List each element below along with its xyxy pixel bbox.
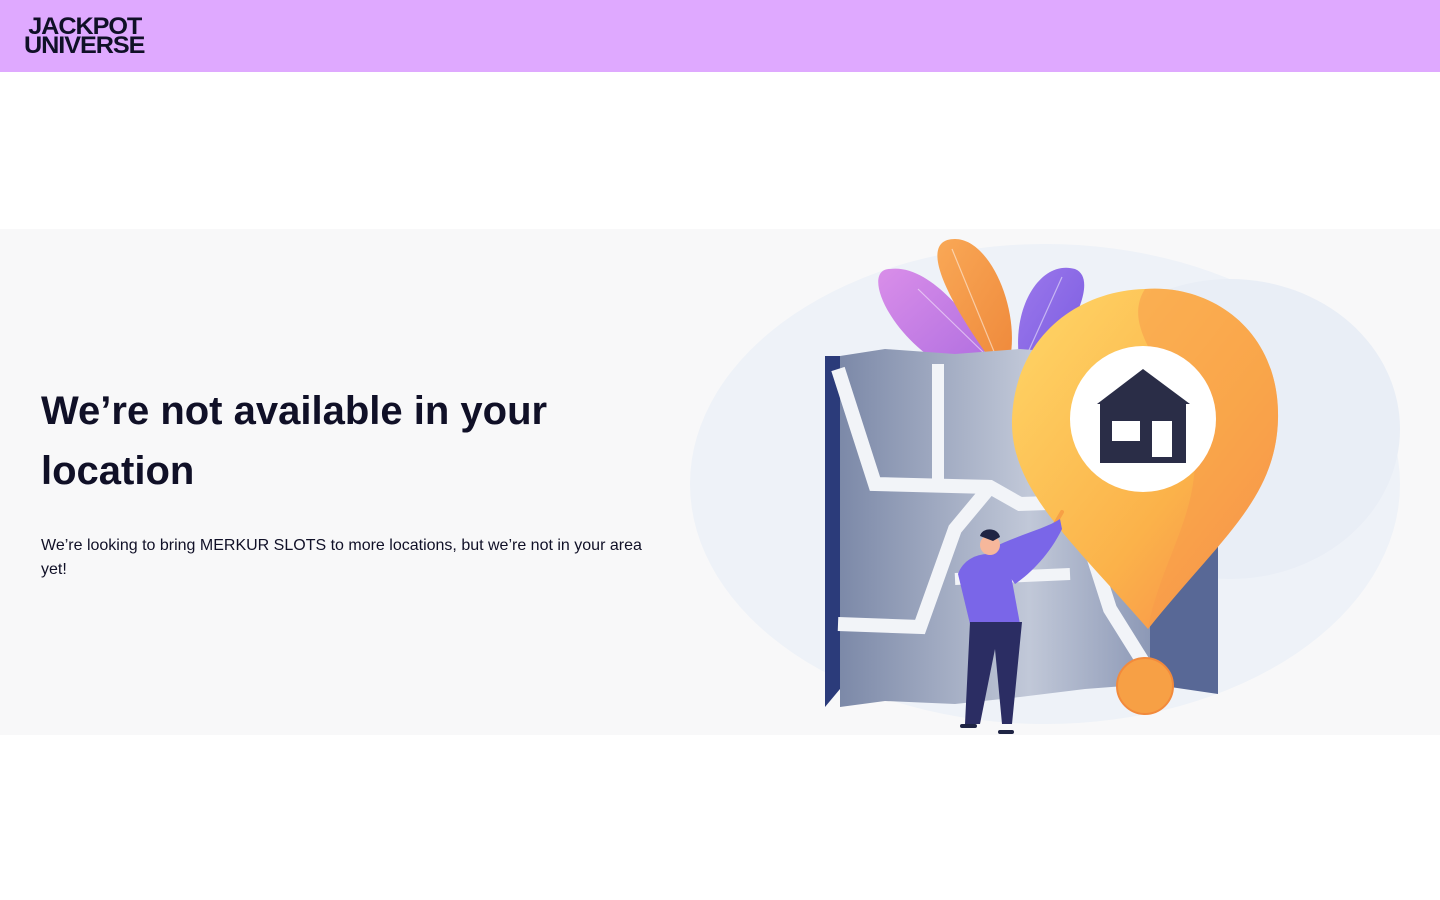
page-title: We’re not available in your location — [41, 389, 548, 493]
map-illustration-icon — [690, 239, 1400, 734]
logo-line-2: UNIVERSE — [24, 32, 145, 59]
site-header: JACKPOT UNIVERSE — [0, 0, 1440, 72]
page-description: We’re looking to bring MERKUR SLOTS to m… — [41, 537, 642, 578]
jackpot-universe-logo[interactable]: JACKPOT UNIVERSE — [24, 14, 174, 58]
location-illustration — [690, 229, 1410, 739]
